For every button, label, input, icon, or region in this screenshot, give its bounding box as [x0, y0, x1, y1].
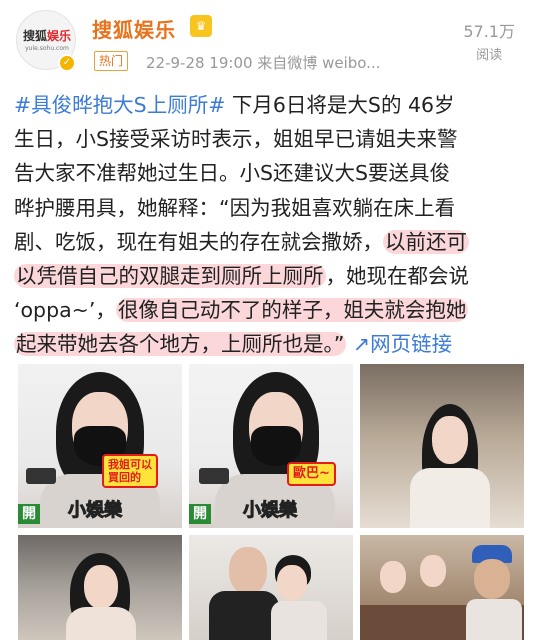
account-name[interactable]: 搜狐娱乐: [92, 14, 176, 43]
highlighted-text: 很像自己动不了的样子，姐夫就会抱她: [115, 298, 469, 323]
logo-text-2: 娱乐: [47, 29, 72, 43]
highlighted-text: 以凭借自己的双腿走到厕所上厕所: [14, 264, 326, 288]
caption-sticker: 歐巴~: [287, 462, 336, 486]
side-label: 開: [189, 504, 211, 524]
brand-watermark: 小娛樂: [68, 500, 123, 522]
post-text-line: 告大家不准帮她过生日。小S还建议大S要送具俊: [14, 156, 450, 190]
hashtag-link[interactable]: #具俊晔抱大S上厕所#: [14, 93, 225, 117]
avatar-url: yule.sohu.com: [25, 45, 69, 52]
post-text: ‘oppa~’，: [14, 298, 116, 323]
photo-masked-woman-1[interactable]: 我姐可以 買回的 小娛樂 開: [18, 364, 182, 528]
post-text: 告大家不准帮她过生日。小S还建议大S要送具俊: [14, 161, 451, 186]
highlighted-text: 起来带她去各个地方，上厕所也是。”: [14, 332, 347, 357]
post-header: 搜狐娱乐 yule.sohu.com ✓ 搜狐娱乐 ♛ 热门 22-9-28 1…: [0, 0, 539, 78]
post-text-line: ‘oppa~’，很像自己动不了的样子，姐夫就会抱她: [14, 293, 469, 327]
photo-woman-phone[interactable]: [360, 364, 524, 528]
post-text: 晔护腰用具，她解释：“因为我姐喜欢躺在床上看: [14, 195, 456, 220]
post-text-line: 起来带她去各个地方，上厕所也是。” ↗网页链接: [14, 327, 452, 361]
post-text-line: 晔护腰用具，她解释：“因为我姐喜欢躺在床上看: [14, 191, 455, 225]
view-count-label: 阅读: [476, 48, 503, 63]
logo-text-1: 搜狐: [22, 29, 47, 43]
hot-badge: 热门: [94, 51, 129, 71]
photo-group-dinner[interactable]: [360, 535, 524, 640]
photo-masked-woman-2[interactable]: 歐巴~ 小娛樂 開: [189, 364, 353, 528]
post-text-line: #具俊晔抱大S上厕所# 下月6日将是大S的 46岁: [14, 88, 455, 122]
brand-watermark: 小娛樂: [243, 500, 298, 522]
view-count-number: 57.1万: [463, 22, 515, 41]
highlighted-text: 以前还可: [383, 229, 469, 254]
web-link[interactable]: 网页链接: [370, 332, 452, 356]
photo-grid: 我姐可以 買回的 小娛樂 開 歐巴~ 小娛樂 開: [18, 364, 524, 640]
caption-sticker: 我姐可以 買回的: [102, 454, 158, 488]
photo-woman-dress[interactable]: [18, 535, 182, 640]
post-text-line: 生日，小S接受采访时表示，姐姐早已请姐夫来警: [14, 122, 458, 156]
post-text: 剧、吃饭，现在有姐夫的存在就会撒娇，: [14, 229, 383, 254]
photo-couple-kiss[interactable]: [189, 535, 353, 640]
side-label: 開: [18, 504, 40, 524]
post-text: 生日，小S接受采访时表示，姐姐早已请姐夫来警: [14, 127, 458, 152]
link-icon[interactable]: ↗: [346, 332, 370, 356]
sohu-logo: 搜狐娱乐: [21, 27, 73, 44]
post-text: ，她现在都会说: [325, 264, 470, 288]
post-text-line: 以凭借自己的双腿走到厕所上厕所，她现在都会说: [14, 259, 469, 293]
verified-icon: ✓: [58, 54, 76, 72]
post-text-line: 剧、吃饭，现在有姐夫的存在就会撒娇，以前还可: [14, 225, 469, 259]
vip-crown-icon: ♛: [190, 15, 212, 37]
post-meta: 22-9-28 19:00 来自微博 weibo...: [146, 54, 381, 72]
post-text: 下月6日将是大S的 46岁: [225, 93, 455, 117]
view-count: 57.1万 阅读: [463, 18, 515, 63]
